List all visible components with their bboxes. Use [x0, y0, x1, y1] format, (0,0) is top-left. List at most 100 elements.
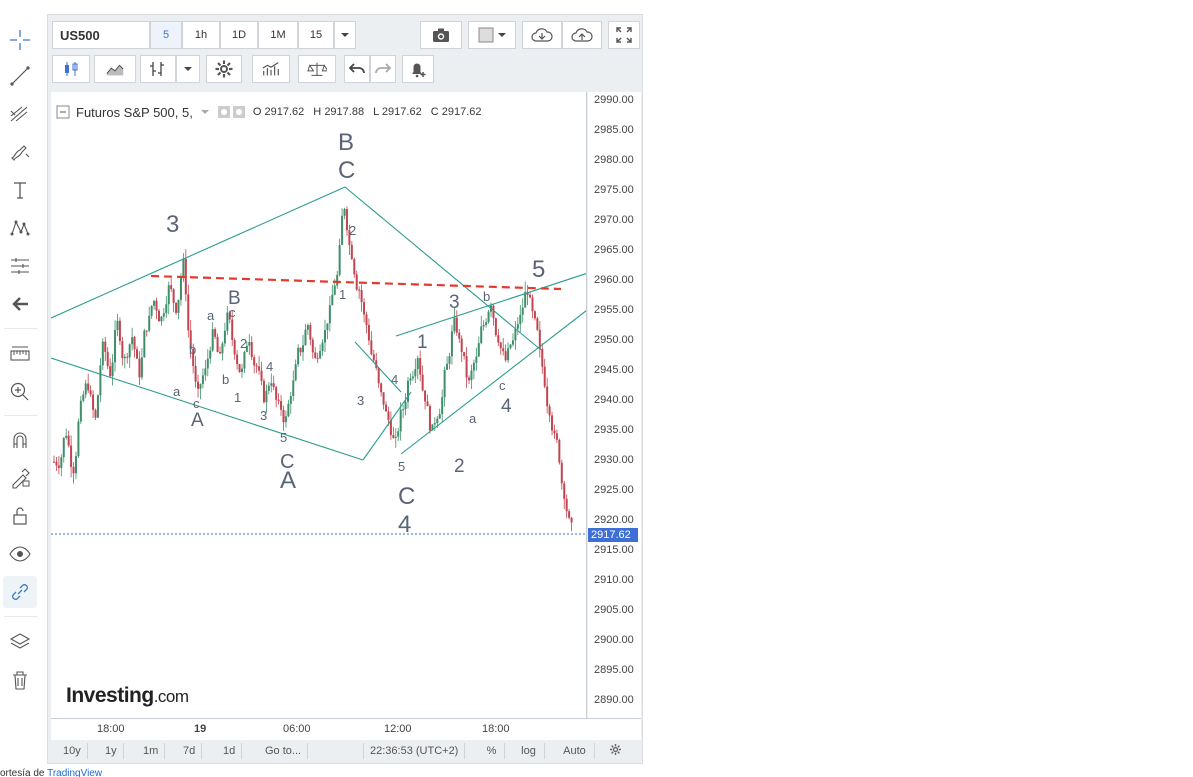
- candle-body: [367, 325, 370, 341]
- fullscreen-button[interactable]: [608, 21, 640, 49]
- price-label: 2945.00: [594, 364, 634, 376]
- indicators-button[interactable]: [140, 55, 176, 83]
- unlock-icon[interactable]: [3, 500, 37, 532]
- legend-settings-icon[interactable]: [217, 105, 247, 119]
- candle-body: [275, 387, 278, 400]
- candle-body: [365, 314, 368, 326]
- chevron-down-icon[interactable]: [199, 106, 211, 118]
- magnet-icon[interactable]: [3, 424, 37, 456]
- candle-body: [304, 329, 307, 346]
- range-1m-button[interactable]: 1m: [137, 743, 166, 759]
- candle-body: [223, 330, 226, 344]
- log-button[interactable]: log: [513, 743, 545, 759]
- candle-body: [448, 356, 451, 364]
- load-cloud-button[interactable]: [522, 21, 562, 49]
- candle-body: [133, 337, 136, 350]
- interval-1h-button[interactable]: 1h: [182, 21, 220, 49]
- range-1d-button[interactable]: 1d: [217, 743, 243, 759]
- candle-body: [214, 329, 217, 337]
- chart-type-button[interactable]: [94, 55, 136, 83]
- percent-button[interactable]: %: [479, 743, 505, 759]
- goto-button[interactable]: Go to...: [259, 743, 309, 759]
- arrow-left-icon[interactable]: [3, 288, 37, 320]
- pattern-icon[interactable]: [3, 212, 37, 244]
- candle-body: [155, 300, 158, 311]
- candle-body: [341, 215, 344, 245]
- wave-label: c: [193, 396, 200, 411]
- wave-c-line: [362, 391, 412, 461]
- lock-drawing-icon[interactable]: [3, 462, 37, 494]
- balance-icon: [307, 62, 327, 76]
- redo-button[interactable]: [370, 55, 396, 83]
- candle-body: [265, 390, 268, 403]
- candle-body: [553, 430, 556, 434]
- bottom-settings-button[interactable]: [603, 743, 628, 759]
- interval-5-button[interactable]: 5: [150, 21, 182, 49]
- candle-style-button[interactable]: [52, 55, 90, 83]
- candle-body: [343, 209, 346, 216]
- candle-body: [377, 368, 380, 384]
- undo-icon: [348, 63, 365, 74]
- crosshair-icon[interactable]: [3, 24, 37, 56]
- trash-icon[interactable]: [3, 664, 37, 696]
- range-10y-button[interactable]: 10y: [57, 743, 88, 759]
- auto-button[interactable]: Auto: [555, 743, 595, 759]
- tradingview-link[interactable]: TradingView: [47, 768, 102, 777]
- alert-button[interactable]: [402, 55, 434, 83]
- camera-icon: [433, 28, 449, 42]
- wave-label: 1: [417, 332, 428, 353]
- trend-line-icon[interactable]: [3, 60, 37, 92]
- interval-1d-button[interactable]: 1D: [220, 21, 258, 49]
- link-icon[interactable]: [3, 576, 37, 608]
- layers-icon[interactable]: [3, 626, 37, 658]
- snapshot-button[interactable]: [420, 21, 462, 49]
- indicators-dropdown[interactable]: [176, 55, 200, 83]
- candle-body: [421, 374, 424, 391]
- candle-body: [118, 320, 121, 342]
- interval-1m-button[interactable]: 1M: [258, 21, 298, 49]
- candle-body: [455, 317, 458, 333]
- text-icon[interactable]: [3, 174, 37, 206]
- measure-icon[interactable]: [3, 338, 37, 370]
- time-axis[interactable]: 18:00 19 06:00 12:00 18:00: [51, 718, 641, 740]
- candle-body: [321, 342, 324, 352]
- time-label: 19: [194, 723, 207, 735]
- candle-body: [563, 483, 566, 499]
- candle-body: [131, 337, 134, 345]
- zoom-icon[interactable]: [3, 376, 37, 408]
- candle-body: [236, 354, 239, 365]
- candle-body: [419, 358, 422, 375]
- symbol-input[interactable]: [52, 21, 150, 49]
- eye-icon[interactable]: [3, 538, 37, 570]
- brush-icon[interactable]: [3, 136, 37, 168]
- candle-body: [519, 314, 522, 325]
- candle-body: [472, 362, 475, 371]
- candle-body: [116, 320, 119, 331]
- fib-tool-icon[interactable]: [3, 98, 37, 130]
- undo-button[interactable]: [344, 55, 370, 83]
- study-button[interactable]: [252, 55, 290, 83]
- price-label: 2960.00: [594, 274, 634, 286]
- price-label: 2940.00: [594, 394, 634, 406]
- price-label: 2990.00: [594, 94, 634, 106]
- prediction-icon[interactable]: [3, 250, 37, 282]
- candle-body: [216, 336, 219, 353]
- wave-label: C: [280, 451, 294, 473]
- settings-button[interactable]: [206, 55, 242, 83]
- candle-body: [416, 358, 419, 370]
- collapse-icon[interactable]: [56, 105, 70, 119]
- wave-label: B: [338, 129, 354, 156]
- candle-body: [446, 363, 449, 370]
- price-label: 2970.00: [594, 214, 634, 226]
- interval-15-button[interactable]: 15: [298, 21, 334, 49]
- compare-button[interactable]: [468, 21, 516, 49]
- chart-pane[interactable]: 3 B C A C C 4 5 A B 3 1 2 4 a b c b a c …: [51, 92, 587, 718]
- range-7d-button[interactable]: 7d: [177, 743, 203, 759]
- range-1y-button[interactable]: 1y: [99, 743, 124, 759]
- price-axis[interactable]: 2990.00 2985.00 2980.00 2975.00 2970.00 2965.…: [588, 92, 641, 718]
- interval-dropdown[interactable]: [334, 21, 356, 49]
- area-chart-icon: [106, 64, 124, 76]
- compare-scale-button[interactable]: [298, 55, 336, 83]
- candle-body: [250, 341, 253, 358]
- save-cloud-button[interactable]: [562, 21, 602, 49]
